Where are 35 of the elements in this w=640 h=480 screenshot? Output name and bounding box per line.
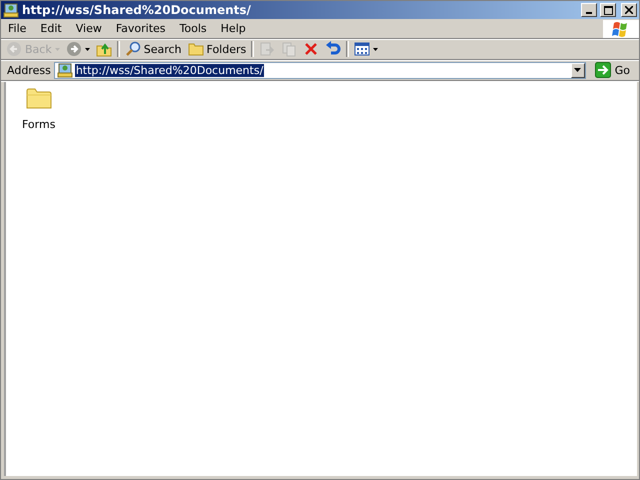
folder-icon [26, 88, 52, 110]
maximize-button[interactable] [600, 3, 616, 17]
menu-item[interactable]: Help [214, 21, 252, 36]
minimize-button[interactable] [581, 3, 597, 17]
search-button[interactable]: Search [122, 40, 185, 58]
undo-icon [325, 41, 342, 57]
address-field[interactable]: http://wss/Shared%20Documents/ [54, 62, 586, 78]
folders-button[interactable]: Folders [184, 40, 250, 58]
go-button[interactable]: Go [588, 61, 636, 79]
menu-item[interactable]: Favorites [110, 21, 172, 36]
menu-item[interactable]: File [2, 21, 32, 36]
caret-icon [373, 48, 378, 50]
windows-flag-icon [603, 20, 639, 38]
folder-up-icon [96, 41, 112, 57]
move-to-icon [259, 41, 276, 57]
maximize-icon [604, 6, 612, 14]
delete-icon [303, 41, 320, 57]
menu-item[interactable]: View [70, 21, 108, 36]
dropdown-button[interactable] [570, 62, 585, 78]
menu-item[interactable]: Edit [34, 21, 68, 36]
web-page-icon [56, 62, 73, 78]
copy-to-icon [281, 41, 298, 57]
app-icon [3, 2, 19, 18]
views-icon [354, 41, 370, 57]
address-label: Address [7, 64, 51, 76]
search-icon [124, 41, 141, 57]
folder-item[interactable]: Forms [16, 86, 62, 133]
folder-icon [188, 41, 204, 57]
menu-item[interactable]: Tools [174, 21, 213, 36]
close-icon [625, 6, 633, 14]
window-title: http://wss/Shared%20Documents/ [22, 3, 252, 17]
caret-icon [574, 68, 582, 72]
caret-icon [84, 48, 90, 50]
close-button[interactable] [621, 3, 637, 17]
go-arrow-icon [594, 62, 611, 78]
